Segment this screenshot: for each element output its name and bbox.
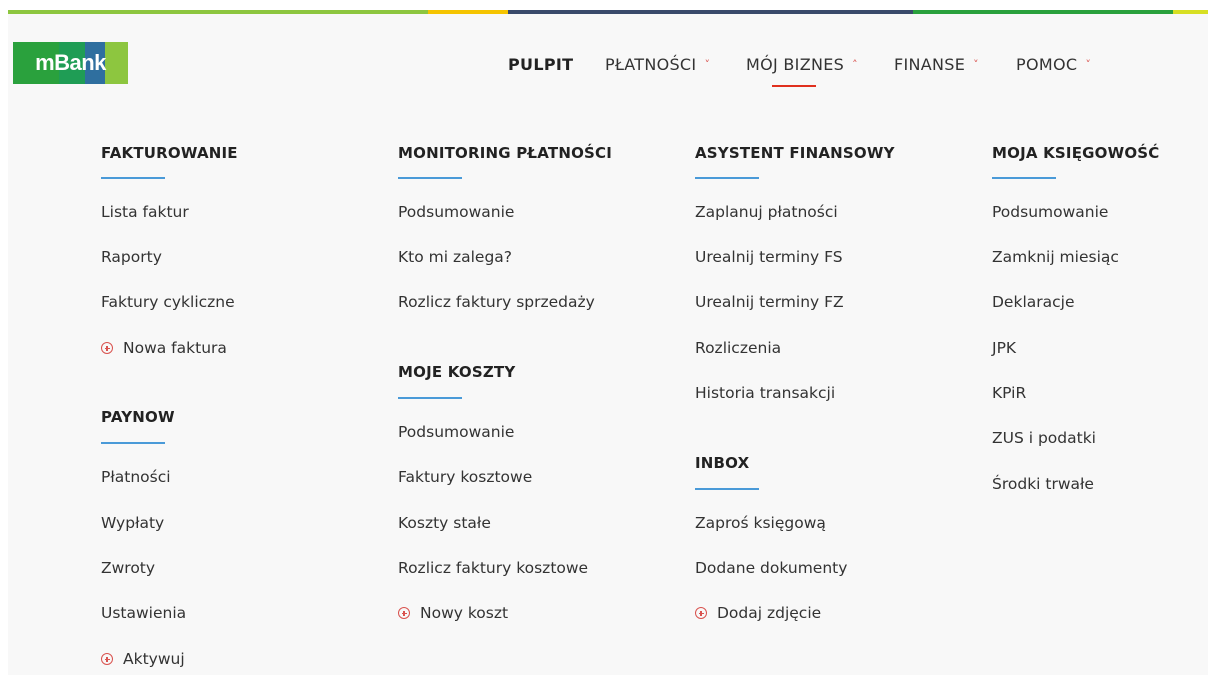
menu-link-wyplaty[interactable]: Wypłaty (101, 514, 164, 532)
menu-link-srodki-trwale[interactable]: Środki trwałe (992, 475, 1094, 493)
section-title-moje-koszty: MOJE KOSZTY (398, 363, 516, 381)
menu-link-zamknij-miesiac[interactable]: Zamknij miesiąc (992, 248, 1119, 266)
section-title-inbox: INBOX (695, 454, 750, 472)
menu-link-koszty-stale[interactable]: Koszty stałe (398, 514, 491, 532)
section-title-asystent: ASYSTENT FINANSOWY (695, 144, 895, 162)
menu-link-koszty-podsumowanie[interactable]: Podsumowanie (398, 423, 514, 441)
menu-link-raporty[interactable]: Raporty (101, 248, 162, 266)
menu-link-ksiegowosc-podsumowanie[interactable]: Podsumowanie (992, 203, 1108, 221)
section-underline (992, 177, 1056, 179)
menu-link-dodane-dokumenty[interactable]: Dodane dokumenty (695, 559, 847, 577)
active-nav-indicator (772, 85, 816, 87)
menu-link-nowy-koszt[interactable]: Nowy koszt (398, 604, 508, 622)
menu-link-nowa-faktura[interactable]: Nowa faktura (101, 339, 227, 357)
chevron-up-icon: ˄ (852, 58, 858, 71)
menu-link-urealnij-fs[interactable]: Urealnij terminy FS (695, 248, 843, 266)
menu-link-zus-i-podatki[interactable]: ZUS i podatki (992, 429, 1096, 447)
nav-moj-biznes[interactable]: MÓJ BIZNES ˄ (746, 52, 858, 78)
menu-link-zapros-ksiegowa[interactable]: Zaproś księgową (695, 514, 826, 532)
section-underline (101, 442, 165, 444)
menu-link-urealnij-fz[interactable]: Urealnij terminy FZ (695, 293, 844, 311)
menu-link-zwroty[interactable]: Zwroty (101, 559, 155, 577)
menu-link-podsumowanie[interactable]: Podsumowanie (398, 203, 514, 221)
menu-link-zaplanuj-platnosci[interactable]: Zaplanuj płatności (695, 203, 838, 221)
nav-finanse[interactable]: FINANSE ˅ (894, 52, 979, 78)
section-title-ksiegowosc: MOJA KSIĘGOWOŚĆ (992, 144, 1160, 162)
chevron-down-icon: ˅ (973, 58, 979, 71)
menu-link-rozliczenia[interactable]: Rozliczenia (695, 339, 781, 357)
menu-link-rozlicz-faktury-kosztowe[interactable]: Rozlicz faktury kosztowe (398, 559, 588, 577)
section-underline (101, 177, 165, 179)
menu-link-kto-mi-zalega[interactable]: Kto mi zalega? (398, 248, 512, 266)
chevron-down-icon: ˅ (1085, 58, 1092, 71)
section-title-paynow: PAYNOW (101, 408, 175, 426)
chevron-down-icon: ˅ (704, 58, 711, 71)
menu-link-lista-faktur[interactable]: Lista faktur (101, 203, 189, 221)
section-title-fakturowanie: FAKTUROWANIE (101, 144, 238, 162)
section-underline (398, 177, 462, 179)
menu-link-jpk[interactable]: JPK (992, 339, 1016, 357)
menu-link-kpir[interactable]: KPiR (992, 384, 1026, 402)
section-underline (695, 488, 759, 490)
main-nav: PULPIT PŁATNOŚCI ˅ MÓJ BIZNES ˄ FINANSE ˅ P… (0, 52, 1208, 82)
menu-link-rozlicz-faktury-sprzedazy[interactable]: Rozlicz faktury sprzedaży (398, 293, 595, 311)
add-circle-icon (101, 342, 113, 354)
section-title-monitoring: MONITORING PŁATNOŚCI (398, 144, 613, 162)
menu-link-aktywuj[interactable]: Aktywuj (101, 650, 185, 668)
nav-platnosci[interactable]: PŁATNOŚCI ˅ (605, 52, 710, 78)
add-circle-icon (101, 653, 113, 665)
menu-link-ustawienia[interactable]: Ustawienia (101, 604, 186, 622)
menu-link-dodaj-zdjecie[interactable]: Dodaj zdjęcie (695, 604, 821, 622)
section-underline (695, 177, 759, 179)
menu-link-historia-transakcji[interactable]: Historia transakcji (695, 384, 835, 402)
menu-link-platnosci[interactable]: Płatności (101, 468, 171, 486)
menu-link-deklaracje[interactable]: Deklaracje (992, 293, 1075, 311)
add-circle-icon (695, 607, 707, 619)
nav-pulpit[interactable]: PULPIT (508, 52, 573, 78)
menu-link-faktury-cykliczne[interactable]: Faktury cykliczne (101, 293, 235, 311)
add-circle-icon (398, 607, 410, 619)
nav-pomoc[interactable]: POMOC ˅ (1016, 52, 1091, 78)
menu-link-faktury-kosztowe[interactable]: Faktury kosztowe (398, 468, 532, 486)
section-underline (398, 397, 462, 399)
brand-stripe (8, 10, 1208, 14)
